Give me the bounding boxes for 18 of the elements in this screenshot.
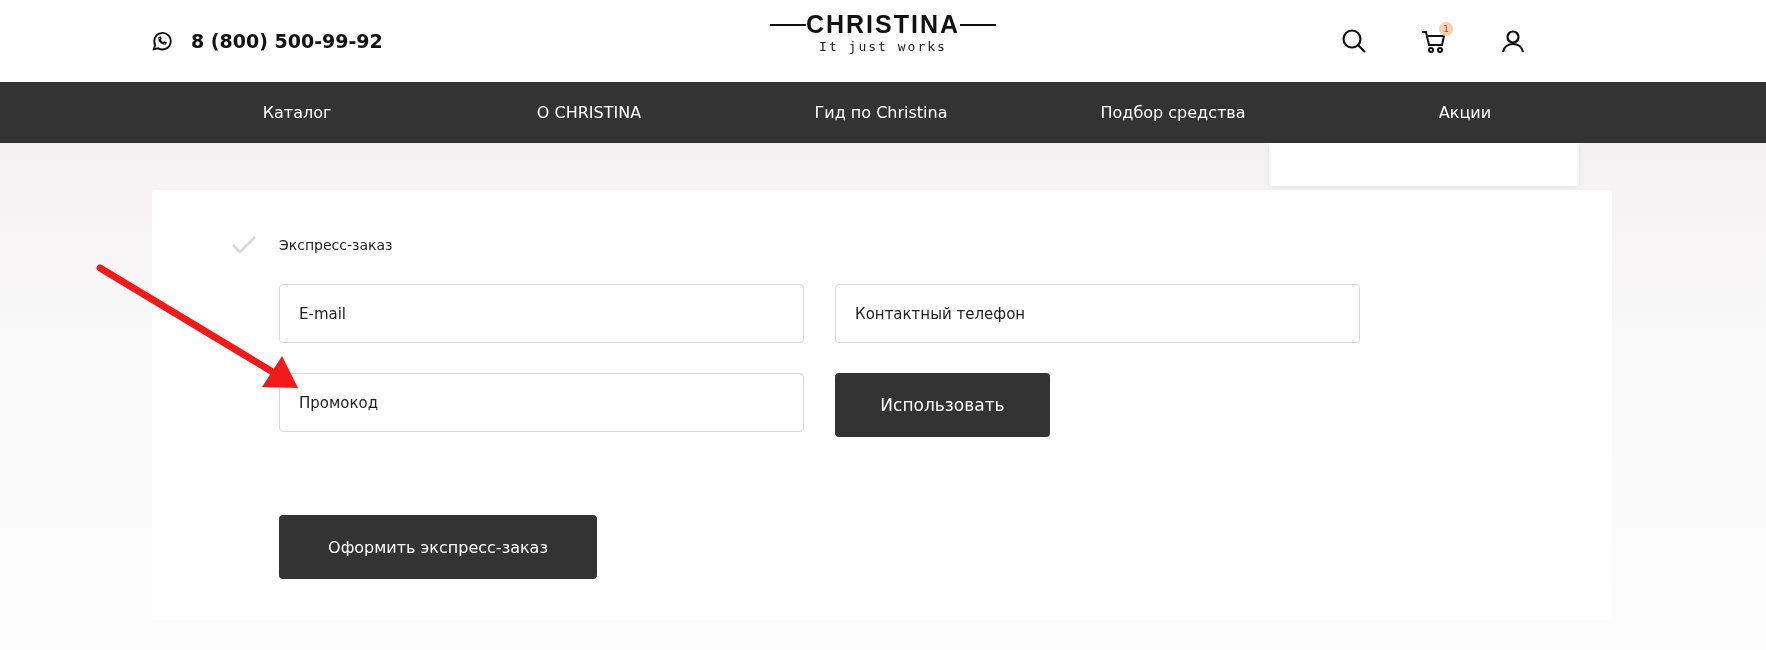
nav-link[interactable]: Подбор средства — [1100, 103, 1246, 122]
user-icon[interactable] — [1501, 29, 1525, 53]
apply-button[interactable]: Использовать — [835, 373, 1050, 437]
nav-link[interactable]: Акции — [1438, 103, 1492, 122]
search-icon[interactable] — [1341, 28, 1367, 54]
logo[interactable]: CHRISTINA It just works — [769, 12, 997, 54]
nav-link[interactable]: Гид по Christina — [814, 103, 948, 122]
cart-count-badge: 1 — [1439, 22, 1453, 36]
whatsapp-icon — [151, 30, 173, 52]
option-label: Экспресс-заказ — [279, 237, 393, 253]
input-field[interactable]: E-mail — [279, 284, 804, 343]
promo-code-field[interactable]: Промокод — [279, 373, 804, 432]
check-icon[interactable] — [231, 235, 257, 255]
nav-link[interactable]: Каталог — [262, 103, 332, 122]
nav-link[interactable]: О CHRISTINA — [536, 103, 642, 122]
input-field[interactable]: Контактный телефон — [835, 284, 1360, 343]
phone-number[interactable]: 8 (800) 500-99-92 — [191, 30, 383, 52]
submit-order-button[interactable]: Оформить экспресс-заказ — [279, 515, 597, 579]
